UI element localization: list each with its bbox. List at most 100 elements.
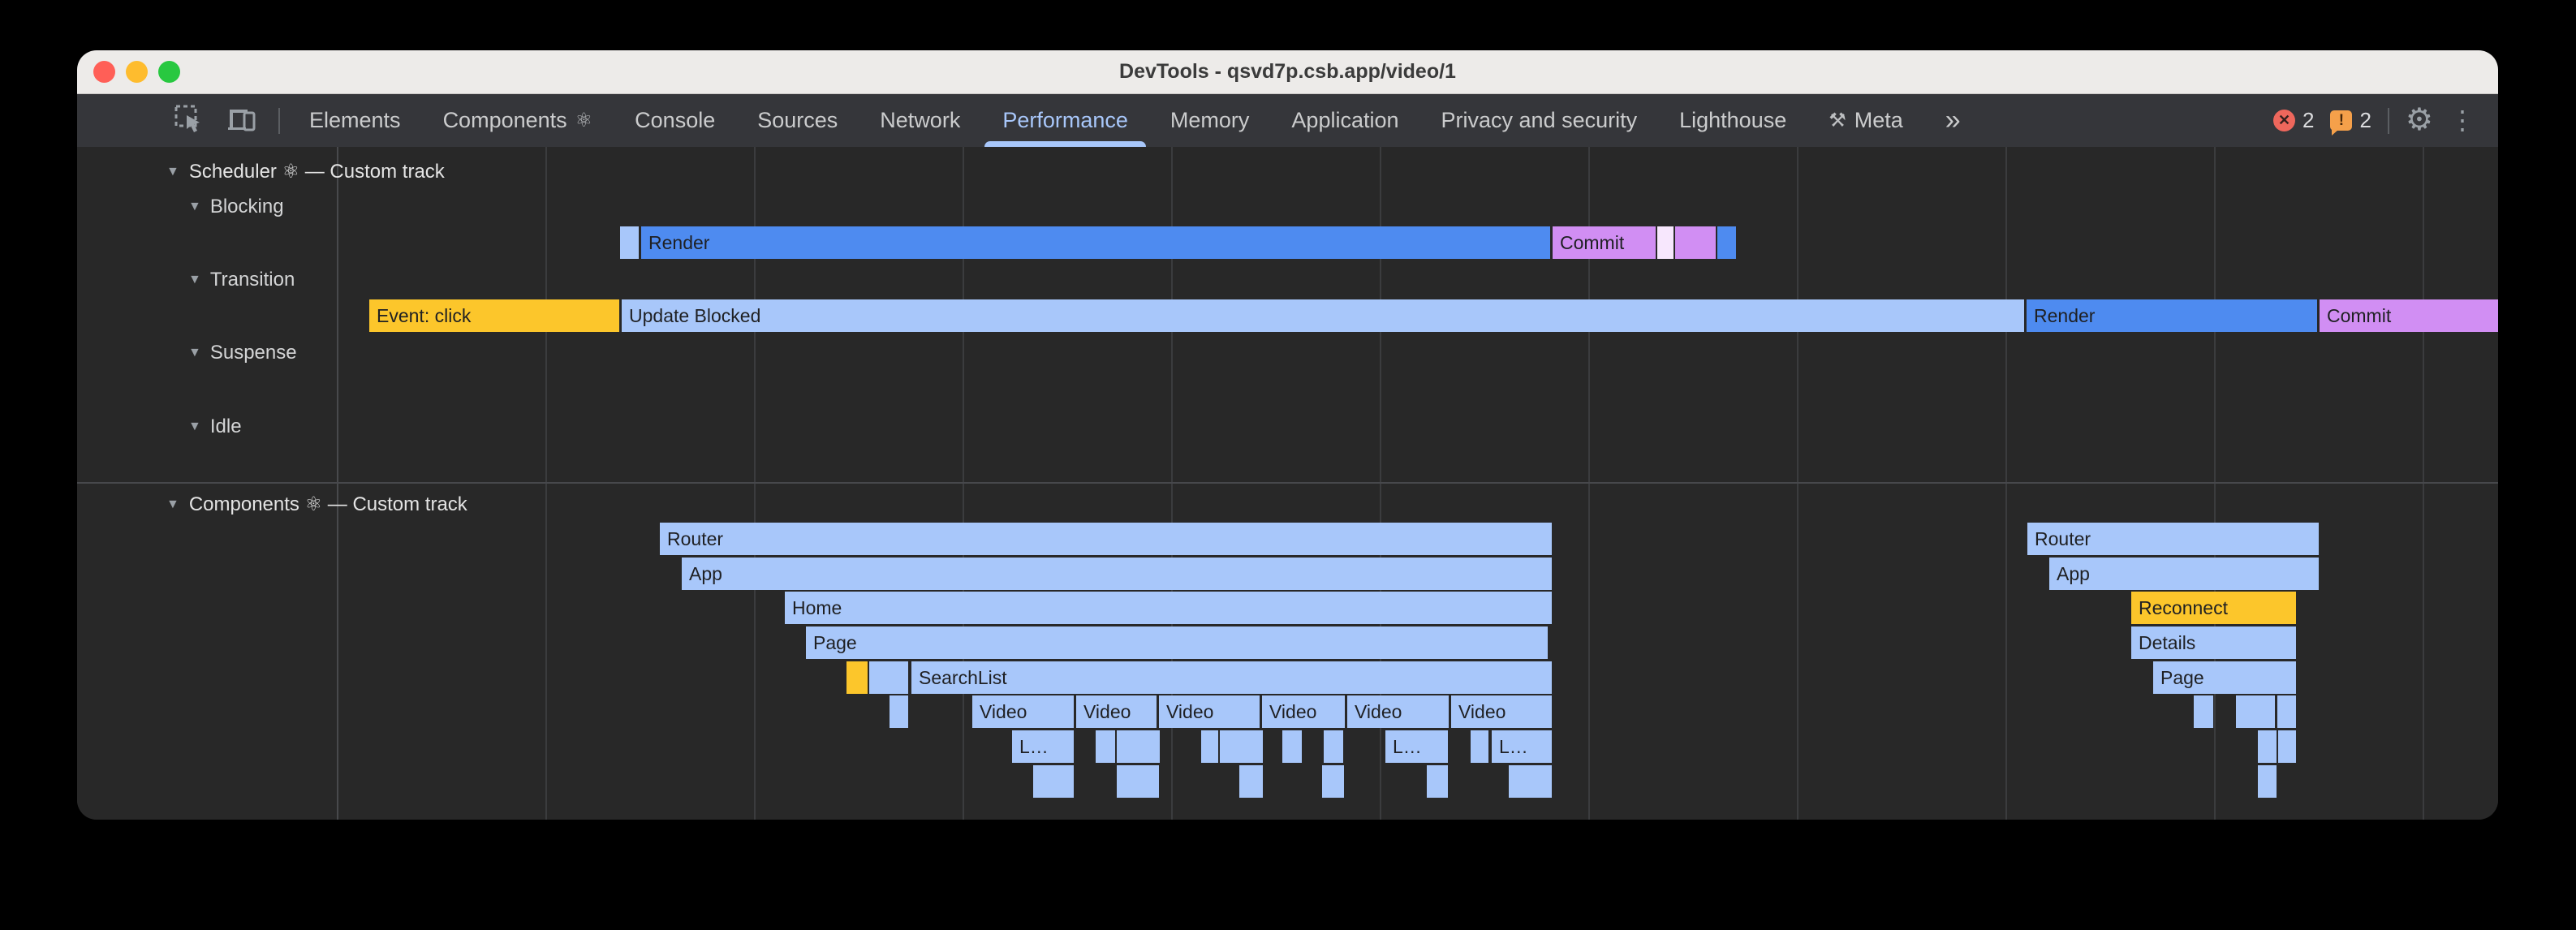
tab-label: Elements [309,108,401,133]
flame-bar-update-blocked[interactable]: Update Blocked [622,299,2024,332]
flame-bar[interactable] [1239,765,1263,798]
tab-sources[interactable]: Sources [757,94,838,147]
flame-bar-l[interactable]: L… [1385,730,1448,763]
flame-bar[interactable] [1657,226,1674,259]
flame-bar-video[interactable]: Video [1159,695,1260,728]
flame-bar[interactable] [1117,765,1159,798]
track-header-components[interactable]: ▼ Components ⚛ — Custom track [166,493,467,516]
flame-bar-label: App [689,563,722,584]
flame-bar[interactable] [1096,730,1115,763]
flame-bar-video[interactable]: Video [1262,695,1345,728]
issue-count: 2 [2359,108,2371,133]
device-toolbar-icon[interactable] [225,103,257,138]
lane-transition[interactable]: ▼Transition [188,269,295,291]
tab-application[interactable]: Application [1291,94,1398,147]
more-tabs-chevron-icon[interactable]: » [1945,94,1961,147]
flame-bar-label: Page [813,632,857,653]
settings-gear-icon[interactable]: ⚙ [2406,94,2433,147]
flame-bar-label: Render [648,232,709,253]
flame-bar-label: Video [1083,701,1131,722]
flame-bar[interactable] [2258,730,2277,763]
flame-bar-render[interactable]: Render [641,226,1550,259]
flame-bar-app[interactable]: App [2049,558,2319,590]
flame-bar-label: Video [980,701,1027,722]
react-atom-icon: ⚛ [575,109,593,132]
flame-bar[interactable] [620,226,639,259]
flame-bar[interactable] [1471,730,1488,763]
flame-bar[interactable] [2258,765,2277,798]
flame-bar[interactable] [1117,730,1160,763]
lane-suspense[interactable]: ▼Suspense [188,342,297,364]
flame-bar-label: SearchList [919,667,1007,688]
flame-bar-label: App [2057,563,2090,584]
flame-bar[interactable] [890,695,908,728]
flame-bar[interactable] [1033,765,1074,798]
flame-bar-home[interactable]: Home [785,592,1552,624]
flame-bar[interactable] [2194,695,2213,728]
tab-meta[interactable]: ⚒Meta [1829,94,1903,147]
tab-network[interactable]: Network [880,94,960,147]
flame-bar[interactable] [1675,226,1716,259]
collapse-triangle-icon[interactable]: ▼ [166,165,179,179]
flame-bar-commit[interactable]: Commit [1553,226,1656,259]
tab-label: Components [443,108,567,133]
flame-bar-label: Commit [2327,305,2391,326]
flame-bar-video[interactable]: Video [1076,695,1157,728]
collapse-triangle-icon[interactable]: ▼ [188,420,201,434]
tab-privacy-and-security[interactable]: Privacy and security [1441,94,1638,147]
tab-console[interactable]: Console [635,94,715,147]
collapse-triangle-icon[interactable]: ▼ [188,346,201,360]
more-options-icon[interactable]: ⋮ [2449,94,2475,147]
flame-bar[interactable] [2236,695,2275,728]
lane-blocking[interactable]: ▼Blocking [188,196,284,218]
flame-bar[interactable] [1201,730,1218,763]
collapse-triangle-icon[interactable]: ▼ [166,497,179,512]
flame-bar-video[interactable]: Video [1347,695,1449,728]
flame-bar-page[interactable]: Page [2153,661,2296,694]
issues-badge[interactable]: ! 2 [2330,108,2371,133]
flame-bar[interactable] [1717,226,1736,259]
flame-bar[interactable] [1324,730,1343,763]
tab-elements[interactable]: Elements [309,94,401,147]
flame-bar-l[interactable]: L… [1012,730,1074,763]
flame-bar[interactable] [846,661,868,694]
flame-bar-video[interactable]: Video [1451,695,1552,728]
track-header-scheduler[interactable]: ▼ Scheduler ⚛ — Custom track [166,160,445,183]
flame-bar-details[interactable]: Details [2131,626,2296,659]
flame-bar-label: Commit [1560,232,1624,253]
flame-bar-reconnect[interactable]: Reconnect [2131,592,2296,624]
collapse-triangle-icon[interactable]: ▼ [188,273,201,287]
flame-bar[interactable] [1427,765,1448,798]
flame-bar-page[interactable]: Page [806,626,1548,659]
flame-bar[interactable] [1322,765,1344,798]
track-header-label: Components ⚛ — Custom track [189,493,467,516]
collapse-triangle-icon[interactable]: ▼ [188,200,201,214]
flame-bar-render[interactable]: Render [2027,299,2317,332]
flame-bar-video[interactable]: Video [972,695,1074,728]
flame-bar[interactable] [2277,695,2296,728]
tab-memory[interactable]: Memory [1170,94,1250,147]
flame-bar-commit[interactable]: Commit [2320,299,2498,332]
flame-bar-event-click[interactable]: Event: click [369,299,619,332]
flame-bar-label: Page [2160,667,2204,688]
flame-bar-label: Event: click [377,305,471,326]
flame-bar[interactable] [2278,730,2296,763]
flame-bar-label: Router [667,528,723,549]
flame-bar[interactable] [1509,765,1552,798]
flame-bar-searchlist[interactable]: SearchList [911,661,1552,694]
flame-bar[interactable] [869,661,908,694]
flame-bar-router[interactable]: Router [2027,523,2319,555]
flame-bar[interactable] [1220,730,1263,763]
tab-components[interactable]: Components ⚛ [443,94,593,147]
lane-idle[interactable]: ▼Idle [188,415,242,438]
tab-performance[interactable]: Performance [1002,94,1128,147]
console-errors-badge[interactable]: ✕ 2 [2273,108,2314,133]
flame-bar-l[interactable]: L… [1492,730,1552,763]
flame-bar-router[interactable]: Router [660,523,1552,555]
inspect-element-icon[interactable] [173,103,204,138]
flame-bar-app[interactable]: App [682,558,1552,590]
performance-flame-chart[interactable]: ▼ Scheduler ⚛ — Custom track ▼Blocking ▼Tra… [77,147,2498,820]
flame-bar[interactable] [1282,730,1302,763]
track-header-label: Scheduler ⚛ — Custom track [189,160,445,183]
tab-lighthouse[interactable]: Lighthouse [1679,94,1786,147]
